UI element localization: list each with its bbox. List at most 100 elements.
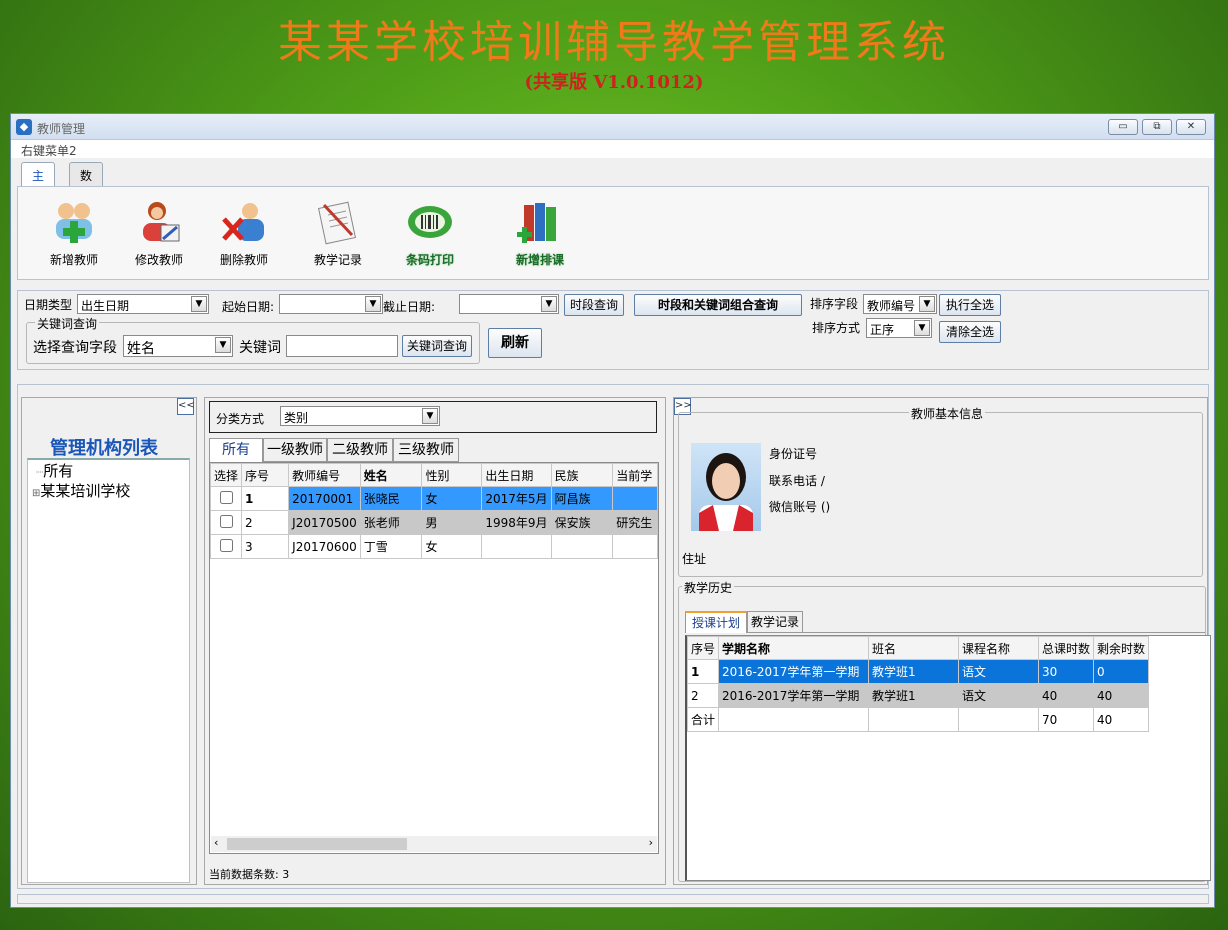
col-header[interactable]: 序号 <box>687 636 720 660</box>
col-header[interactable]: 学期名称 <box>718 636 870 660</box>
cell: 0 <box>1093 659 1150 684</box>
tab-data[interactable]: 数据 <box>69 162 104 200</box>
table-row[interactable]: 合计 70 40 <box>687 707 1150 732</box>
row-checkbox[interactable] <box>210 510 243 535</box>
col-header[interactable]: 教师编号 <box>288 463 361 487</box>
cell-ethnic <box>550 534 614 559</box>
tab-level3[interactable]: 三级教师 <box>393 438 459 462</box>
col-header[interactable]: 性别 <box>421 463 483 487</box>
classify-select[interactable]: 类别 ▼ <box>280 406 440 426</box>
date-type-select[interactable]: 出生日期 ▼ <box>77 294 209 314</box>
col-header[interactable]: 出生日期 <box>481 463 552 487</box>
basic-info-title: 教师基本信息 <box>909 405 986 422</box>
keyword-input[interactable] <box>286 335 398 357</box>
keyword-group-title: 关键词查询 <box>35 315 100 332</box>
basic-info-group: 教师基本信息 身份证号 联系电话 / 微信账号 () 住址 <box>678 405 1203 577</box>
main-content: << 管理机构列表 ┈所有 ⊞某某培训学校 分类方式 类别 ▼ 所有 一级教师 … <box>17 384 1211 889</box>
org-tree: ┈所有 ⊞某某培训学校 <box>27 458 190 883</box>
cell: 合计 <box>687 707 720 732</box>
collapse-left-button[interactable]: << <box>177 398 195 415</box>
cell-gender: 女 <box>421 486 483 511</box>
history-grid: 序号 学期名称 班名 课程名称 总课时数 剩余时数 1 2016-2017学年第… <box>685 635 1211 881</box>
query-field-select[interactable]: 姓名 ▼ <box>123 335 233 357</box>
cell-name: 丁雪 <box>359 534 423 559</box>
scroll-thumb[interactable] <box>227 838 407 850</box>
table-row[interactable]: 1 2016-2017学年第一学期 教学班1 语文 30 0 <box>687 659 1150 684</box>
cell-name: 张晓民 <box>359 486 423 511</box>
col-header[interactable]: 民族 <box>550 463 614 487</box>
table-row[interactable]: 2 J20170500 张老师 男 1998年9月 保安族 研究生 <box>210 510 658 535</box>
table-row[interactable]: 1 20170001 张晓民 女 2017年5月 阿昌族 <box>210 486 658 511</box>
sort-order-select[interactable]: 正序 ▼ <box>866 318 932 338</box>
cell: 40 <box>1038 683 1095 708</box>
select-checkbox[interactable] <box>219 490 233 504</box>
restore-icon[interactable]: ⧉ <box>1142 119 1172 135</box>
end-date-picker[interactable]: ▼ <box>459 294 559 314</box>
barcode-print-button[interactable]: 条码打印 <box>390 199 470 271</box>
add-teacher-button[interactable]: 新增教师 <box>34 199 114 271</box>
select-checkbox[interactable] <box>219 538 233 552</box>
sort-field-select[interactable]: 教师编号 ▼ <box>863 294 937 314</box>
cell: 教学班1 <box>868 659 960 684</box>
classify-box: 分类方式 类别 ▼ <box>209 401 657 433</box>
row-checkbox[interactable] <box>210 534 243 559</box>
row-checkbox[interactable] <box>210 486 243 511</box>
cell-name: 张老师 <box>359 510 423 535</box>
delete-teacher-button[interactable]: 删除教师 <box>204 199 284 271</box>
tab-all[interactable]: 所有 <box>209 438 263 462</box>
select-all-button[interactable]: 执行全选 <box>939 294 1001 316</box>
col-header[interactable]: 选择 <box>210 463 243 487</box>
col-header[interactable]: 当前学 <box>612 463 658 487</box>
scroll-right-icon[interactable]: › <box>649 836 653 849</box>
table-row[interactable]: 3 J20170600 丁雪 女 <box>210 534 658 559</box>
cell-birth: 1998年9月 <box>481 510 552 535</box>
delete-teacher-label: 删除教师 <box>219 253 268 267</box>
keyword-query-button[interactable]: 关键词查询 <box>402 335 472 357</box>
table-row[interactable]: 2 2016-2017学年第一学期 教学班1 语文 40 40 <box>687 683 1150 708</box>
period-query-button[interactable]: 时段查询 <box>564 294 624 316</box>
col-header[interactable]: 剩余时数 <box>1093 636 1150 660</box>
date-type-label: 日期类型 <box>24 298 73 312</box>
tree-item-school[interactable]: ⊞某某培训学校 <box>32 480 130 501</box>
history-table-header: 序号 学期名称 班名 课程名称 总课时数 剩余时数 <box>687 636 1150 660</box>
col-header[interactable]: 姓名 <box>359 463 423 487</box>
col-header[interactable]: 序号 <box>241 463 290 487</box>
cell: 2016-2017学年第一学期 <box>718 683 870 708</box>
end-date-label: 截止日期: <box>383 300 436 314</box>
minimize-icon[interactable]: ▭ <box>1108 119 1138 135</box>
chevron-down-icon: ▼ <box>215 337 231 353</box>
teaching-record-button[interactable]: 教学记录 <box>298 199 378 271</box>
tab-teaching-record[interactable]: 教学记录 <box>747 611 803 633</box>
refresh-button[interactable]: 刷新 <box>488 328 542 358</box>
cell: 30 <box>1038 659 1095 684</box>
tree-item-all[interactable]: ┈所有 <box>36 460 73 481</box>
col-header[interactable]: 课程名称 <box>958 636 1040 660</box>
tab-level1[interactable]: 一级教师 <box>263 438 327 462</box>
tab-home[interactable]: 主页 <box>21 162 56 200</box>
edit-teacher-icon <box>135 199 183 245</box>
tab-teaching-plan[interactable]: 授课计划 <box>685 611 747 633</box>
teacher-info-pane: >> 教师基本信息 身份证号 联系电话 / 微信账号 () 住址 教学历史 授课… <box>673 397 1211 885</box>
cell-birth: 2017年5月 <box>481 486 552 511</box>
scroll-left-icon[interactable]: ‹ <box>214 836 218 849</box>
start-date-picker[interactable]: ▼ <box>279 294 383 314</box>
horizontal-scrollbar[interactable]: ‹ › <box>211 836 657 852</box>
context-menu-item[interactable]: 右键菜单2 <box>21 142 77 159</box>
cell-id: J20170600 <box>288 534 361 559</box>
cell-birth <box>481 534 552 559</box>
cell: 语文 <box>958 659 1040 684</box>
edit-teacher-button[interactable]: 修改教师 <box>119 199 199 271</box>
add-schedule-button[interactable]: 新增排课 <box>500 199 580 271</box>
tab-level2[interactable]: 二级教师 <box>327 438 393 462</box>
query-panel: 日期类型 出生日期 ▼ 起始日期: ▼ 截止日期: ▼ 时段查询 时段和关键词组… <box>17 290 1209 370</box>
combined-query-button[interactable]: 时段和关键词组合查询 <box>634 294 802 316</box>
cell-id: J20170500 <box>288 510 361 535</box>
col-header[interactable]: 总课时数 <box>1038 636 1095 660</box>
close-icon[interactable]: ✕ <box>1176 119 1206 135</box>
cell: 40 <box>1093 707 1150 732</box>
cell-id: 20170001 <box>288 486 361 511</box>
col-header[interactable]: 班名 <box>868 636 960 660</box>
select-checkbox[interactable] <box>219 514 233 528</box>
query-field-label: 选择查询字段 <box>33 340 117 356</box>
clear-all-button[interactable]: 清除全选 <box>939 321 1001 343</box>
